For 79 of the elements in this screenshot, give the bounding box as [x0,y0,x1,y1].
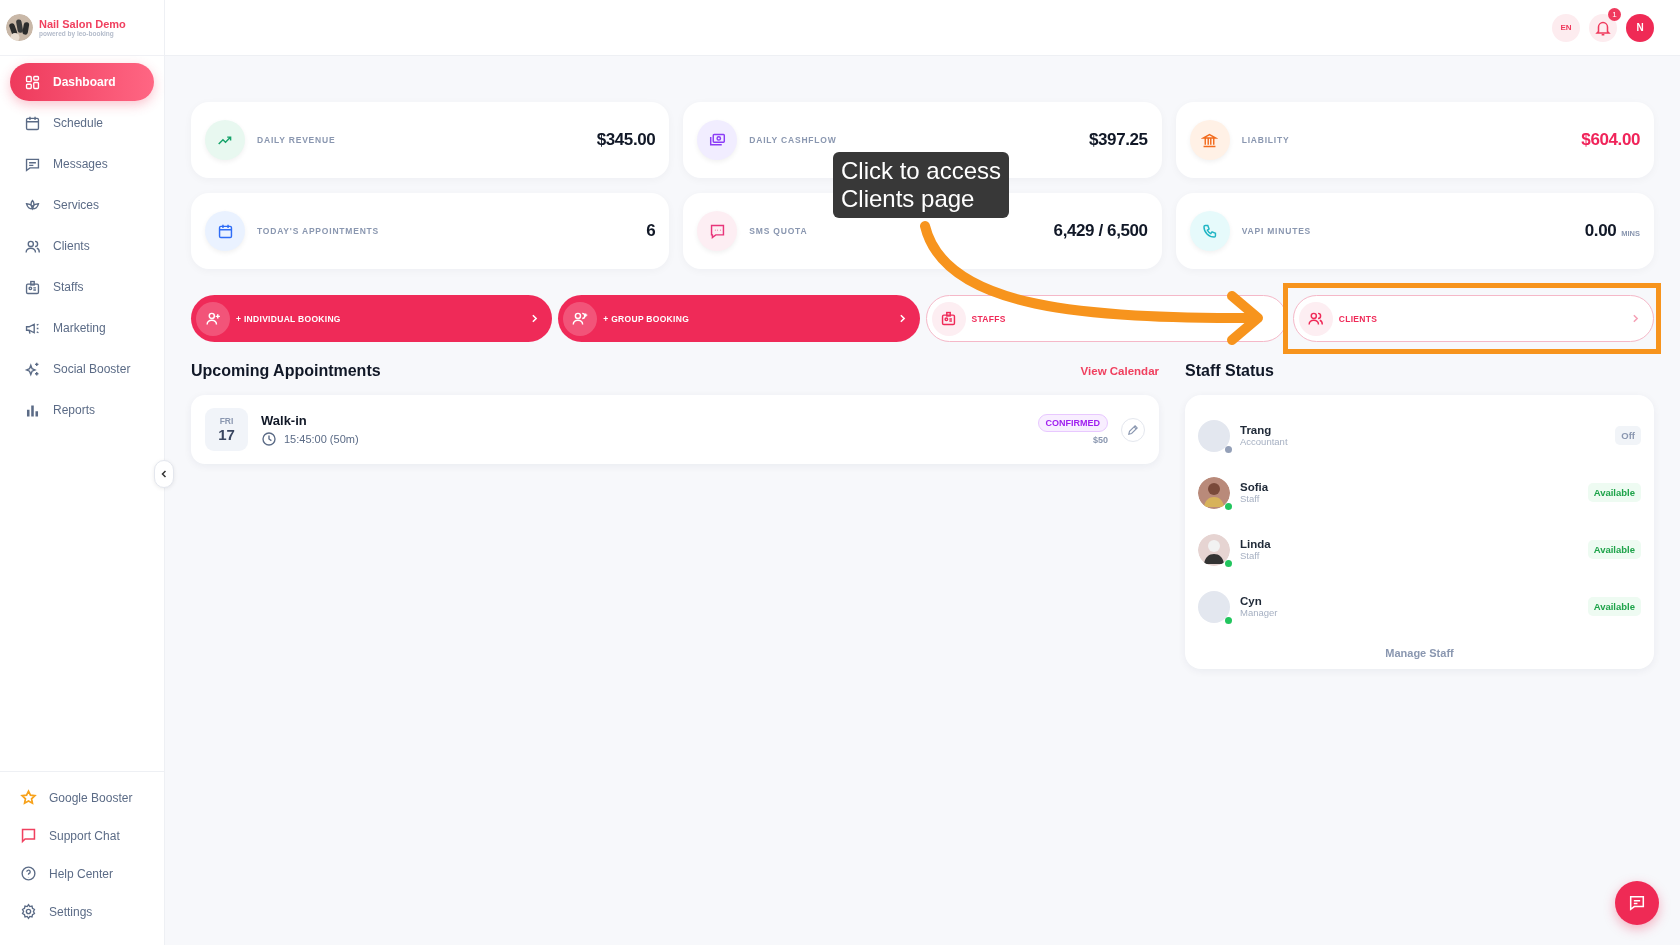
grid-icon [24,73,41,91]
staff-name: Trang [1240,424,1273,436]
quick-action-button[interactable]: CLIENTS [1292,295,1654,342]
sms-icon [708,222,726,240]
status-badge: Available [1587,483,1641,502]
brand-name: Nail Salon Demo [39,18,126,30]
help-icon [20,865,37,882]
badge-icon [24,278,41,296]
nav-item[interactable]: Help Center [20,862,164,885]
date-tile: FRI 17 [205,408,248,451]
staff-role: Staff [1240,493,1261,504]
status-badge: Available [1587,540,1641,559]
stat-value: 6 [646,221,656,241]
stat-value: 0.00 [1584,221,1617,241]
chevron-left-icon [159,469,169,479]
appointment-price: $50 [1092,435,1108,445]
nav-item[interactable]: Social Booster [10,350,154,388]
staff-name: Linda [1240,538,1272,550]
stat-label: TODAY'S APPOINTMENTS [257,226,381,236]
stat-value: $397.25 [1089,130,1148,150]
language-button[interactable]: EN [1552,13,1580,42]
staff-role: Accountant [1240,436,1289,447]
nav-item[interactable]: Messages [10,145,154,183]
stat-label: SMS QUOTA [749,226,809,236]
tooltip: Click to access Clients page [833,152,1010,218]
view-calendar-link[interactable]: View Calendar [1080,365,1159,377]
settings-icon [20,903,37,920]
notifications-button[interactable] [1589,13,1617,42]
stat-value: $345.00 [596,130,656,150]
staff-role: Staff [1240,550,1261,561]
bank-icon [1201,131,1219,149]
stat-label: VAPI MINUTES [1241,226,1313,236]
staff-name: Cyn [1240,595,1263,607]
staff-name: Sofia [1240,481,1270,493]
chat-button[interactable] [1615,881,1659,925]
pencil-icon [1126,422,1140,437]
status-badge: CONFIRMED [1037,414,1108,432]
users-icon [1307,310,1325,327]
stat-label: LIABILITY [1241,135,1291,145]
user-avatar[interactable]: N [1626,13,1654,42]
stat-value: $604.00 [1581,130,1640,150]
staff-role: Manager [1240,607,1279,618]
notification-badge: 1 [1608,7,1621,21]
nav-item[interactable]: Dashboard [10,63,154,101]
nav-item[interactable]: Staffs [10,268,154,306]
section-title: Staff Status [1185,361,1275,381]
nav-item[interactable]: Schedule [10,104,154,142]
phone-icon [1201,222,1219,240]
stat-label: DAILY CASHFLOW [749,135,838,145]
nav-item[interactable]: Services [10,186,154,224]
nav-item[interactable]: Clients [10,227,154,265]
collapse-button[interactable] [154,460,174,488]
chat-icon [1628,894,1646,912]
clock-icon [261,430,277,447]
user-add-icon [204,310,222,327]
stat-value: 6,429 / 6,500 [1053,221,1148,241]
calendar-icon [216,222,234,240]
user-add-icon [571,310,589,327]
nav-item[interactable]: Google Booster [20,786,164,809]
appointment-card[interactable]: FRI 17 Walk-in 15:45:00 (50m) CONFIRMED $50 [191,395,1159,464]
chat-icon [20,827,37,844]
id-badge-icon [940,310,957,327]
star-icon [20,789,37,806]
status-badge: Off [1615,426,1641,445]
status-badge: Available [1587,597,1641,616]
edit-button[interactable] [1121,417,1145,442]
calendar-icon [24,114,41,132]
sparkle-icon [24,360,41,378]
stat-label: DAILY REVENUE [257,135,337,145]
nav-item[interactable]: Marketing [10,309,154,347]
section-title: Upcoming Appointments [191,361,381,381]
manage-staff-link[interactable]: Manage Staff [1385,647,1454,659]
quick-action-button[interactable]: + GROUP BOOKING [558,295,920,342]
nav-item[interactable]: Reports [10,391,154,429]
quick-action-button[interactable]: + INDIVIDUAL BOOKING [191,295,553,342]
appointment-title: Walk-in [261,412,308,428]
nav-item[interactable]: Settings [20,900,164,923]
appointment-time: 15:45:00 (50m) [284,432,359,445]
nav-item[interactable]: Support Chat [20,824,164,847]
